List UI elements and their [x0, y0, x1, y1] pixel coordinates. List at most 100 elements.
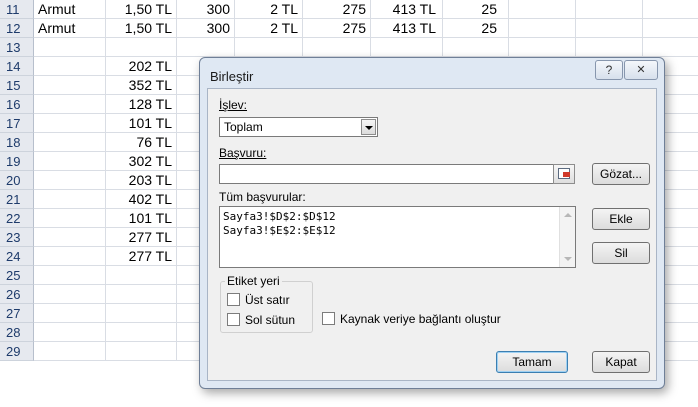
table-cell[interactable] [106, 342, 177, 361]
table-cell[interactable] [303, 38, 371, 57]
table-cell[interactable] [177, 38, 235, 57]
delete-button[interactable]: Sil [592, 242, 650, 264]
scrollbar[interactable] [559, 207, 575, 267]
list-item[interactable]: Sayfa3!$D$2:$D$12 [223, 210, 336, 223]
chevron-down-icon[interactable] [361, 119, 376, 135]
table-cell[interactable]: 2 TL [235, 0, 303, 19]
row-header[interactable]: 21 [0, 190, 34, 209]
table-row[interactable]: 13 [0, 38, 698, 57]
table-cell[interactable] [34, 76, 106, 95]
left-column-label[interactable]: Sol sütun [245, 313, 295, 327]
list-item[interactable]: Sayfa3!$E$2:$E$12 [223, 224, 336, 237]
table-cell[interactable] [34, 95, 106, 114]
top-row-checkbox[interactable] [227, 293, 240, 306]
row-header[interactable]: 22 [0, 209, 34, 228]
create-links-checkbox[interactable] [322, 312, 335, 325]
table-cell[interactable]: 352 TL [106, 76, 177, 95]
row-header[interactable]: 19 [0, 152, 34, 171]
row-header[interactable]: 16 [0, 95, 34, 114]
table-cell[interactable] [576, 38, 643, 57]
table-cell[interactable] [34, 228, 106, 247]
table-cell[interactable] [106, 38, 177, 57]
table-cell[interactable] [509, 38, 576, 57]
ok-button[interactable]: Tamam [496, 351, 568, 373]
table-cell[interactable] [34, 342, 106, 361]
row-header[interactable]: 29 [0, 342, 34, 361]
row-header[interactable]: 24 [0, 247, 34, 266]
table-cell[interactable]: 101 TL [106, 209, 177, 228]
table-cell[interactable]: Armut [34, 0, 106, 19]
table-cell[interactable]: 275 [303, 0, 371, 19]
add-button[interactable]: Ekle [592, 208, 650, 230]
table-cell[interactable]: 413 TL [371, 0, 443, 19]
close-button[interactable]: ✕ [624, 60, 658, 80]
table-cell[interactable] [34, 247, 106, 266]
table-cell[interactable] [106, 323, 177, 342]
table-cell[interactable] [34, 38, 106, 57]
table-cell[interactable] [106, 304, 177, 323]
table-cell[interactable] [106, 266, 177, 285]
table-row[interactable]: 11 Armut 1,50 TL 300 2 TL 275 413 TL 25 [0, 0, 698, 19]
table-row[interactable]: 12 Armut 1,50 TL 300 2 TL 275 413 TL 25 [0, 19, 698, 38]
table-cell[interactable]: 1,50 TL [106, 0, 177, 19]
help-button[interactable]: ? [595, 60, 623, 80]
table-cell[interactable]: 402 TL [106, 190, 177, 209]
cancel-button[interactable]: Kapat [592, 351, 650, 373]
table-cell[interactable] [34, 152, 106, 171]
table-cell[interactable]: 202 TL [106, 57, 177, 76]
table-cell[interactable]: Armut [34, 19, 106, 38]
row-header[interactable]: 23 [0, 228, 34, 247]
row-header[interactable]: 18 [0, 133, 34, 152]
table-cell[interactable]: 277 TL [106, 228, 177, 247]
function-dropdown[interactable]: Toplam [219, 117, 378, 137]
top-row-label[interactable]: Üst satır [245, 293, 290, 307]
table-cell[interactable] [371, 38, 443, 57]
table-cell[interactable]: 413 TL [371, 19, 443, 38]
row-header[interactable]: 25 [0, 266, 34, 285]
browse-button[interactable]: Gözat... [592, 163, 650, 185]
table-cell[interactable] [106, 285, 177, 304]
table-cell[interactable] [34, 57, 106, 76]
table-cell[interactable] [34, 266, 106, 285]
row-header[interactable]: 17 [0, 114, 34, 133]
row-header[interactable]: 27 [0, 304, 34, 323]
table-cell[interactable]: 101 TL [106, 114, 177, 133]
table-cell[interactable] [443, 38, 509, 57]
table-cell[interactable]: 275 [303, 19, 371, 38]
table-cell[interactable] [34, 190, 106, 209]
table-cell[interactable] [643, 19, 698, 38]
row-header[interactable]: 12 [0, 19, 34, 38]
table-cell[interactable] [509, 0, 576, 19]
table-cell[interactable]: 302 TL [106, 152, 177, 171]
table-cell[interactable] [643, 38, 698, 57]
row-header[interactable]: 15 [0, 76, 34, 95]
scroll-down-icon[interactable] [564, 257, 572, 261]
table-cell[interactable]: 300 [177, 0, 235, 19]
table-cell[interactable] [34, 171, 106, 190]
reference-input[interactable] [219, 164, 560, 184]
table-cell[interactable]: 76 TL [106, 133, 177, 152]
table-cell[interactable] [576, 0, 643, 19]
table-cell[interactable]: 203 TL [106, 171, 177, 190]
table-cell[interactable] [576, 19, 643, 38]
create-links-label[interactable]: Kaynak veriye bağlantı oluştur [340, 312, 501, 326]
table-cell[interactable]: 300 [177, 19, 235, 38]
table-cell[interactable]: 25 [443, 19, 509, 38]
table-cell[interactable] [34, 323, 106, 342]
table-cell[interactable] [34, 285, 106, 304]
row-header[interactable]: 28 [0, 323, 34, 342]
table-cell[interactable] [34, 114, 106, 133]
row-header[interactable]: 14 [0, 57, 34, 76]
table-cell[interactable]: 1,50 TL [106, 19, 177, 38]
table-cell[interactable] [235, 38, 303, 57]
row-header[interactable]: 20 [0, 171, 34, 190]
row-header[interactable]: 13 [0, 38, 34, 57]
all-references-list[interactable]: Sayfa3!$D$2:$D$12 Sayfa3!$E$2:$E$12 [219, 206, 576, 268]
table-cell[interactable] [34, 133, 106, 152]
table-cell[interactable] [643, 0, 698, 19]
left-column-checkbox[interactable] [227, 313, 240, 326]
table-cell[interactable]: 128 TL [106, 95, 177, 114]
table-cell[interactable]: 2 TL [235, 19, 303, 38]
table-cell[interactable]: 277 TL [106, 247, 177, 266]
row-header[interactable]: 11 [0, 0, 34, 19]
